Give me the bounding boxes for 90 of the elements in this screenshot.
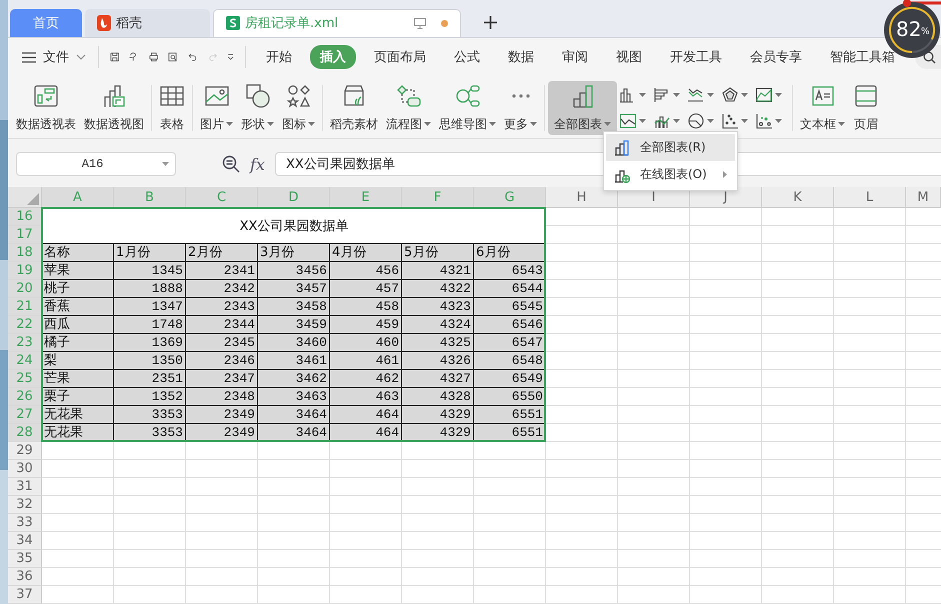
table-cell: 4322 xyxy=(402,280,474,298)
table-cell: 3457 xyxy=(258,280,330,298)
cell-reference: A16 xyxy=(80,157,104,172)
table-cell: 3462 xyxy=(258,370,330,388)
table-cell: 梨 xyxy=(42,352,114,370)
button-label: 文本框 xyxy=(800,116,836,133)
table-cell: 名称 xyxy=(42,244,114,262)
button-label: 思维导图 xyxy=(439,116,487,133)
table-cell: 1352 xyxy=(114,388,186,406)
table-cell: 4324 xyxy=(402,316,474,334)
table-cell: 无花果 xyxy=(42,406,114,424)
table-cell: 3353 xyxy=(114,406,186,424)
table-cell: 460 xyxy=(330,334,402,352)
button-label: 表格 xyxy=(160,116,184,133)
table-cell: 栗子 xyxy=(42,388,114,406)
table-cell: 4326 xyxy=(402,352,474,370)
menu-item-label: 全部图表(R) xyxy=(640,139,706,156)
table-cell: 2345 xyxy=(186,334,258,352)
table-cell: 1748 xyxy=(114,316,186,334)
table-cell: 2347 xyxy=(186,370,258,388)
table-cell: 461 xyxy=(330,352,402,370)
table-cell: 3456 xyxy=(258,262,330,280)
button-label: 图标 xyxy=(282,116,306,133)
table-cell: 6543 xyxy=(474,262,546,280)
table-cell: 6550 xyxy=(474,388,546,406)
button-label: 稻壳素材 xyxy=(330,116,378,133)
table-cell: 462 xyxy=(330,370,402,388)
table-cell: 2349 xyxy=(186,406,258,424)
table-cell: 3464 xyxy=(258,406,330,424)
table-cell: 西瓜 xyxy=(42,316,114,334)
table-cell: 3月份 xyxy=(258,244,330,262)
table-cell: 苹果 xyxy=(42,262,114,280)
table-cell: 芒果 xyxy=(42,370,114,388)
table-cell: 2348 xyxy=(186,388,258,406)
table-cell: 5月份 xyxy=(402,244,474,262)
table-cell: 6544 xyxy=(474,280,546,298)
table-cell: 3459 xyxy=(258,316,330,334)
table-cell: 3458 xyxy=(258,298,330,316)
table-cell: 1347 xyxy=(114,298,186,316)
button-label: 数据透视图 xyxy=(84,116,144,133)
button-label: 页眉 xyxy=(854,116,878,133)
table-cell: 4328 xyxy=(402,388,474,406)
table-cell: 2月份 xyxy=(186,244,258,262)
gauge-reading: 82 xyxy=(896,17,922,41)
gauge-unit: % xyxy=(921,27,930,37)
table-cell: 458 xyxy=(330,298,402,316)
table-cell: 1369 xyxy=(114,334,186,352)
table-cell: 4321 xyxy=(402,262,474,280)
table-cell: 2344 xyxy=(186,316,258,334)
table-cell: 4325 xyxy=(402,334,474,352)
table-cell: 2341 xyxy=(186,262,258,280)
table-cell: 463 xyxy=(330,388,402,406)
table-cell: 香蕉 xyxy=(42,298,114,316)
table-cell: 橘子 xyxy=(42,334,114,352)
table-cell: 457 xyxy=(330,280,402,298)
table-cell: 1888 xyxy=(114,280,186,298)
button-label: 更多 xyxy=(504,116,528,133)
table-cell: 1345 xyxy=(114,262,186,280)
button-label: 数据透视表 xyxy=(16,116,76,133)
table-cell: 3461 xyxy=(258,352,330,370)
table-cell: 4323 xyxy=(402,298,474,316)
table-cell: 2342 xyxy=(186,280,258,298)
table-cell: 6545 xyxy=(474,298,546,316)
table-cell: 6551 xyxy=(474,406,546,424)
table-cell: 2346 xyxy=(186,352,258,370)
table-cell: 1月份 xyxy=(114,244,186,262)
table-cell: 1350 xyxy=(114,352,186,370)
table-cell: 4月份 xyxy=(330,244,402,262)
table-cell: 3460 xyxy=(258,334,330,352)
menu-item-label: 在线图表(O) xyxy=(640,166,707,183)
table-cell: 2343 xyxy=(186,298,258,316)
table-cell: 6546 xyxy=(474,316,546,334)
button-label: 全部图表 xyxy=(554,116,602,133)
table-cell: 464 xyxy=(330,406,402,424)
button-label: 流程图 xyxy=(386,116,422,133)
table-cell: 6547 xyxy=(474,334,546,352)
table-cell: 3463 xyxy=(258,388,330,406)
table-title: XX公司果园数据单 xyxy=(42,208,546,244)
table-cell: 6549 xyxy=(474,370,546,388)
table-cell: 6548 xyxy=(474,352,546,370)
button-label: 形状 xyxy=(241,116,265,133)
table-cell: 4329 xyxy=(402,406,474,424)
table-cell: 4327 xyxy=(402,370,474,388)
table-cell: 456 xyxy=(330,262,402,280)
table-cell: 6月份 xyxy=(474,244,546,262)
table-cell: 2351 xyxy=(114,370,186,388)
file-label: 文件 xyxy=(43,49,69,66)
table-cell: 459 xyxy=(330,316,402,334)
table-cell: 桃子 xyxy=(42,280,114,298)
button-label: 图片 xyxy=(200,116,224,133)
